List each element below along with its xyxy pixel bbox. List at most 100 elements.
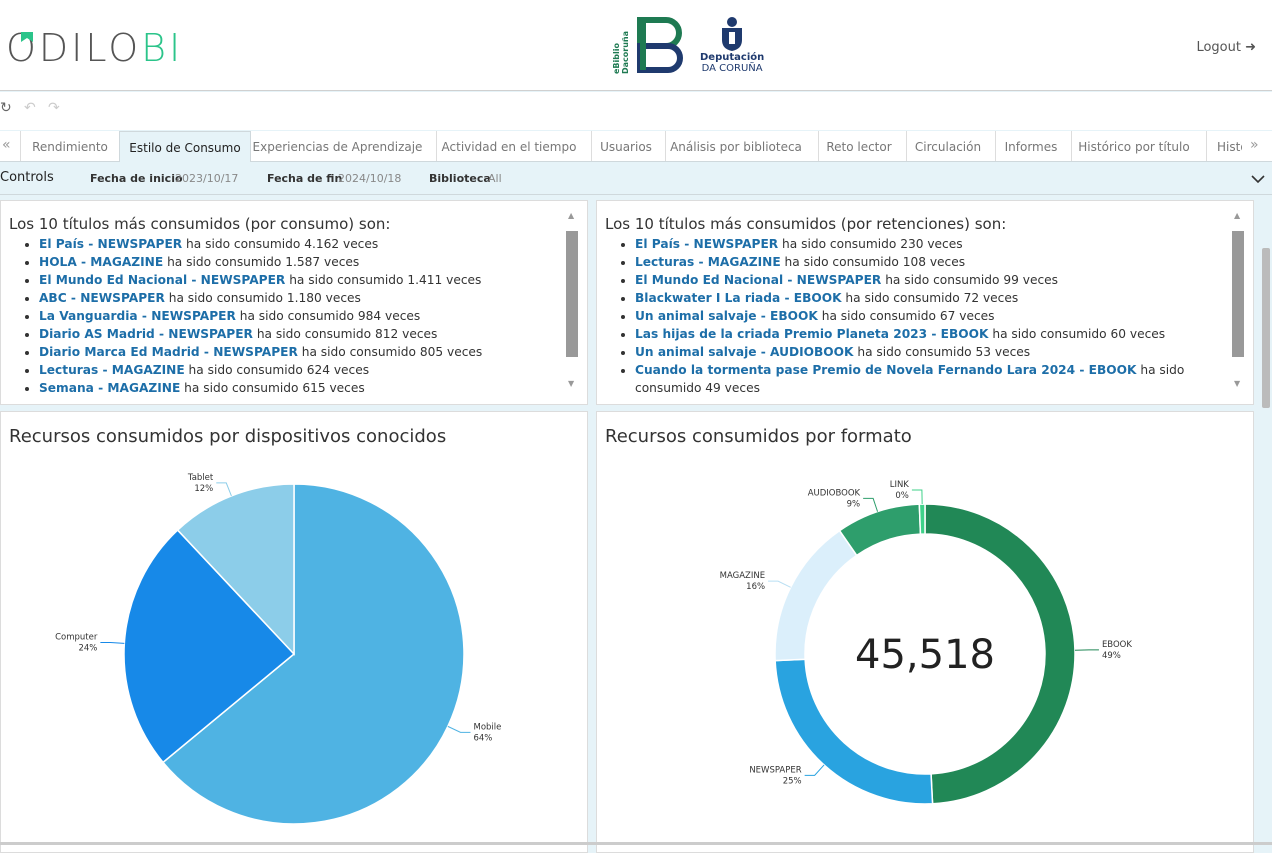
format-chart-panel: Recursos consumidos por formato EBOOK49%…: [596, 411, 1254, 853]
slice-percent-magazine: 16%: [746, 582, 765, 592]
refresh-icon[interactable]: ↻: [0, 100, 12, 116]
tab-circulacion[interactable]: Circulación: [906, 131, 989, 161]
title-link[interactable]: Diario AS Madrid - NEWSPAPER: [39, 327, 253, 341]
top-retenciones-list: El País - NEWSPAPER ha sido consumido 23…: [623, 235, 1235, 397]
slice-percent-tablet: 12%: [194, 484, 213, 494]
scroll-thumb[interactable]: [1232, 231, 1244, 357]
tab-rendimiento[interactable]: Rendimiento: [20, 131, 119, 161]
list-item: La Vanguardia - NEWSPAPER ha sido consum…: [39, 307, 482, 325]
app-header: ODILOBI eBiblio Dacoruña Deputación DA C…: [0, 0, 1272, 91]
ebiblio-b-logo-icon: [636, 16, 686, 74]
title-link[interactable]: El País - NEWSPAPER: [635, 237, 778, 251]
top-consumo-title: Los 10 títulos más consumidos (por consu…: [9, 215, 390, 233]
title-link[interactable]: ABC - NEWSPAPER: [39, 291, 165, 305]
redo-icon[interactable]: ↷: [48, 100, 60, 116]
title-link[interactable]: El Mundo Ed Nacional - NEWSPAPER: [635, 273, 881, 287]
title-link[interactable]: Cuando la tormenta pase Premio de Novela…: [635, 363, 1136, 377]
undo-icon[interactable]: ↶: [24, 100, 36, 116]
consumption-count: ha sido consumido 99 veces: [881, 273, 1058, 287]
leader-line-audiobook: [863, 498, 877, 511]
consumption-count: ha sido consumido 230 veces: [778, 237, 962, 251]
library-label: Biblioteca: [429, 172, 491, 185]
slice-label-link: LINK: [890, 480, 910, 490]
list-item: El País - NEWSPAPER ha sido consumido 23…: [635, 235, 1235, 253]
slice-label-newspaper: NEWSPAPER: [749, 765, 801, 775]
consumption-count: ha sido consumido 53 veces: [853, 345, 1030, 359]
tab-informes[interactable]: Informes: [995, 131, 1066, 161]
controls-bar[interactable]: Controls Fecha de inicio 2023/10/17 Fech…: [0, 162, 1272, 195]
consumption-count: ha sido consumido 624 veces: [185, 363, 369, 377]
tab-analisis-por-biblioteca[interactable]: Análisis por biblioteca: [665, 131, 806, 161]
tab-actividad-en-el-tiempo[interactable]: Actividad en el tiempo: [436, 131, 581, 161]
end-date-value[interactable]: 2024/10/18: [338, 172, 401, 185]
leader-line-magazine: [768, 581, 791, 587]
title-link[interactable]: HOLA - MAGAZINE: [39, 255, 163, 269]
consumption-count: ha sido consumido 615 veces: [180, 381, 364, 395]
list-item: Un animal salvaje - EBOOK ha sido consum…: [635, 307, 1235, 325]
tab-estilo-de-consumo[interactable]: Estilo de Consumo: [119, 131, 251, 163]
bookmark-icon: [12, 28, 34, 68]
tab-bar: « Rendimiento Estilo de Consumo Experien…: [0, 131, 1272, 162]
leader-line-mobile: [448, 726, 471, 732]
format-donut-chart: EBOOK49%NEWSPAPER25%MAGAZINE16%AUDIOBOOK…: [597, 432, 1253, 852]
tab-historico-partial[interactable]: Histó: [1206, 131, 1242, 161]
slice-audiobook[interactable]: [840, 504, 921, 555]
list-item: Diario AS Madrid - NEWSPAPER ha sido con…: [39, 325, 482, 343]
top-titles-retenciones-panel: Los 10 títulos más consumidos (por reten…: [596, 200, 1254, 405]
consumption-count: ha sido consumido 984 veces: [236, 309, 420, 323]
title-link[interactable]: Diario Marca Ed Madrid - NEWSPAPER: [39, 345, 298, 359]
title-link[interactable]: Un animal salvaje - EBOOK: [635, 309, 818, 323]
tab-historico-por-titulo[interactable]: Histórico por título: [1071, 131, 1196, 161]
slice-label-tablet: Tablet: [187, 473, 214, 483]
list-item: Cuando la tormenta pase Premio de Novela…: [635, 361, 1235, 397]
library-value[interactable]: All: [488, 172, 502, 185]
slice-magazine[interactable]: [775, 531, 857, 661]
top-consumo-scrollbar[interactable]: ▲ ▼: [565, 207, 579, 395]
tab-experiencias-de-aprendizaje[interactable]: Experiencias de Aprendizaje: [250, 131, 425, 161]
logout-button[interactable]: Logout ➜: [1196, 40, 1256, 55]
page-scrollbar[interactable]: [1262, 248, 1270, 408]
slice-label-audiobook: AUDIOBOOK: [808, 488, 861, 498]
slice-link[interactable]: [919, 504, 925, 534]
title-link[interactable]: El País - NEWSPAPER: [39, 237, 182, 251]
list-item: Diario Marca Ed Madrid - NEWSPAPER ha si…: [39, 343, 482, 361]
list-item: Blackwater I La riada - EBOOK ha sido co…: [635, 289, 1235, 307]
consumption-count: ha sido consumido 60 veces: [988, 327, 1165, 341]
list-item: ABC - NEWSPAPER ha sido consumido 1.180 …: [39, 289, 482, 307]
consumption-count: ha sido consumido 1.587 veces: [163, 255, 359, 269]
consumption-count: ha sido consumido 108 veces: [781, 255, 965, 269]
odilo-bi-logo[interactable]: ODILOBI: [6, 26, 183, 70]
list-item: El Mundo Ed Nacional - NEWSPAPER ha sido…: [635, 271, 1235, 289]
tab-reto-lector[interactable]: Reto lector: [818, 131, 899, 161]
library-brand: eBiblio Dacoruña Deputación DA CORUÑA: [612, 16, 764, 74]
scroll-thumb[interactable]: [566, 231, 578, 357]
controls-collapse-chevron-icon[interactable]: [1251, 174, 1265, 184]
logout-icon: ➜: [1245, 40, 1256, 55]
title-link[interactable]: Un animal salvaje - AUDIOBOOK: [635, 345, 853, 359]
title-link[interactable]: Lecturas - MAGAZINE: [39, 363, 185, 377]
slice-label-magazine: MAGAZINE: [720, 571, 765, 581]
slice-percent-ebook: 49%: [1102, 651, 1121, 661]
devices-pie-chart: Mobile64%Computer24%Tablet12%: [1, 432, 587, 852]
tab-usuarios[interactable]: Usuarios: [591, 131, 660, 161]
title-link[interactable]: El Mundo Ed Nacional - NEWSPAPER: [39, 273, 285, 287]
consumption-count: ha sido consumido 1.411 veces: [285, 273, 481, 287]
tabs-scroll-left-icon[interactable]: «: [2, 137, 11, 153]
title-link[interactable]: Lecturas - MAGAZINE: [635, 255, 781, 269]
leader-line-link: [912, 490, 922, 504]
consumption-count: ha sido consumido 72 veces: [842, 291, 1019, 305]
title-link[interactable]: Blackwater I La riada - EBOOK: [635, 291, 842, 305]
slice-percent-newspaper: 25%: [783, 776, 802, 786]
slice-percent-computer: 24%: [78, 643, 97, 653]
top-retenciones-scrollbar[interactable]: ▲ ▼: [1231, 207, 1245, 395]
title-link[interactable]: Las hijas de la criada Premio Planeta 20…: [635, 327, 988, 341]
slice-percent-audiobook: 9%: [847, 499, 861, 509]
title-link[interactable]: Semana - MAGAZINE: [39, 381, 180, 395]
toolbar: ↻ ↶ ↷: [0, 92, 1272, 130]
tabs-scroll-right-icon[interactable]: »: [1250, 137, 1259, 153]
deputacion-logo: Deputación DA CORUÑA: [700, 16, 764, 74]
title-link[interactable]: La Vanguardia - NEWSPAPER: [39, 309, 236, 323]
slice-percent-link: 0%: [895, 491, 909, 501]
leader-line-computer: [100, 642, 124, 643]
start-date-value[interactable]: 2023/10/17: [175, 172, 238, 185]
